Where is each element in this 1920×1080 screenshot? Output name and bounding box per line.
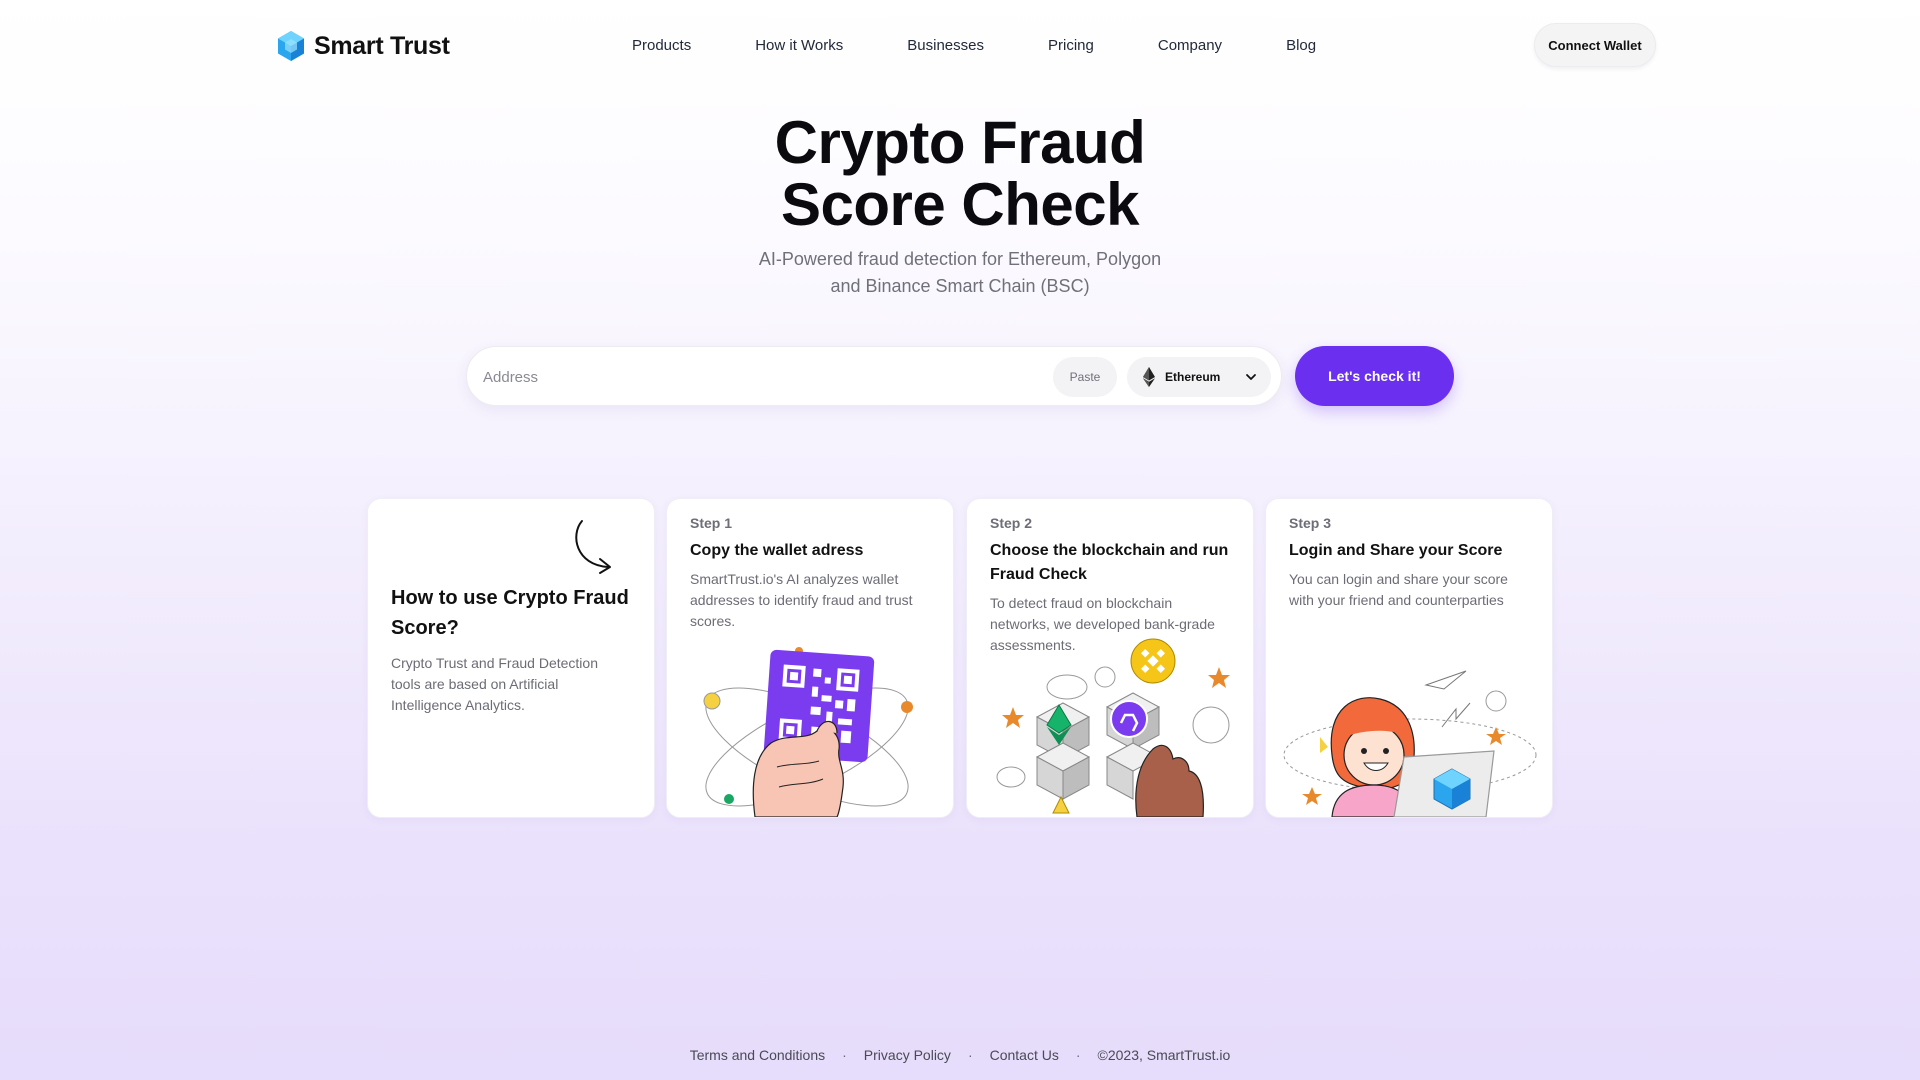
step-1-text: SmartTrust.io's AI analyzes wallet addre…: [690, 571, 913, 629]
footer-contact-link[interactable]: Contact Us: [990, 1047, 1059, 1063]
girl-laptop-illustration: [1283, 670, 1537, 817]
ethereum-icon: [1143, 367, 1155, 387]
how-to-use-card: How to use Crypto Fraud Score? Crypto Tr…: [367, 498, 655, 818]
header: Smart Trust Products How it Works Busine…: [0, 0, 1920, 94]
how-to-use-title: How to use Crypto Fraud Score?: [391, 587, 629, 639]
hexagon-logo-icon: [278, 31, 304, 61]
step-3-text: You can login and share your score with …: [1289, 571, 1508, 608]
page-subtitle-line-1: AI-Powered fraud detection for Ethereum,…: [758, 249, 1162, 269]
step-3-label: Step 3: [1289, 515, 1332, 531]
step-1-card: Step 1 Copy the wallet adress SmartTrust…: [666, 498, 954, 818]
blockchain-select[interactable]: Ethereum: [1127, 357, 1271, 397]
chevron-down-icon: [1246, 374, 1256, 380]
blockchain-cubes-illustration: [996, 638, 1230, 817]
logo-text: Smart Trust: [314, 31, 450, 60]
page-title: Crypto Fraud Score Check: [0, 112, 1920, 236]
footer: Terms and Conditions · Privacy Policy · …: [0, 1047, 1920, 1063]
nav-businesses[interactable]: Businesses: [907, 37, 984, 54]
nav-blog[interactable]: Blog: [1286, 37, 1316, 54]
footer-copyright: ©2023, SmartTrust.io: [1097, 1047, 1231, 1063]
footer-separator: ·: [842, 1047, 847, 1063]
nav-pricing[interactable]: Pricing: [1048, 37, 1094, 54]
step-3-card: Step 3 Login and Share your Score You ca…: [1265, 498, 1553, 818]
check-address-button[interactable]: Let's check it!: [1295, 346, 1454, 406]
main-nav: Products How it Works Businesses Pricing…: [632, 37, 1380, 54]
page-subtitle-line-2: and Binance Smart Chain (BSC): [830, 276, 1090, 296]
qr-code-hand-illustration: [703, 647, 913, 817]
curved-arrow-icon: [575, 520, 611, 574]
logo[interactable]: Smart Trust: [276, 30, 450, 62]
page-title-line-2: Score Check: [780, 171, 1140, 238]
page-subtitle: AI-Powered fraud detection for Ethereum,…: [0, 246, 1920, 300]
step-2-card: Step 2 Choose the blockchain and run Fra…: [966, 498, 1254, 818]
footer-separator: ·: [967, 1047, 973, 1063]
nav-company[interactable]: Company: [1158, 37, 1222, 54]
nav-products[interactable]: Products: [632, 37, 691, 54]
address-input[interactable]: [483, 361, 1003, 393]
connect-wallet-button[interactable]: Connect Wallet: [1534, 23, 1656, 67]
paste-button[interactable]: Paste: [1053, 357, 1117, 397]
footer-separator: ·: [1075, 1047, 1081, 1063]
address-search-bar: Paste Ethereum: [466, 346, 1282, 406]
step-1-title: Copy the wallet adress: [690, 542, 864, 559]
step-2-label: Step 2: [990, 515, 1033, 531]
footer-terms-link[interactable]: Terms and Conditions: [690, 1047, 825, 1063]
step-3-title: Login and Share your Score: [1289, 542, 1503, 559]
step-1-label: Step 1: [690, 515, 733, 531]
blockchain-selected-value: Ethereum: [1165, 370, 1221, 384]
how-to-use-text: Crypto Trust and Fraud Detection tools a…: [391, 655, 598, 713]
footer-privacy-link[interactable]: Privacy Policy: [864, 1047, 951, 1063]
step-2-title: Choose the blockchain and run Fraud Chec…: [990, 542, 1229, 583]
nav-how-it-works[interactable]: How it Works: [755, 37, 843, 54]
page-title-line-1: Crypto Fraud: [774, 109, 1146, 176]
